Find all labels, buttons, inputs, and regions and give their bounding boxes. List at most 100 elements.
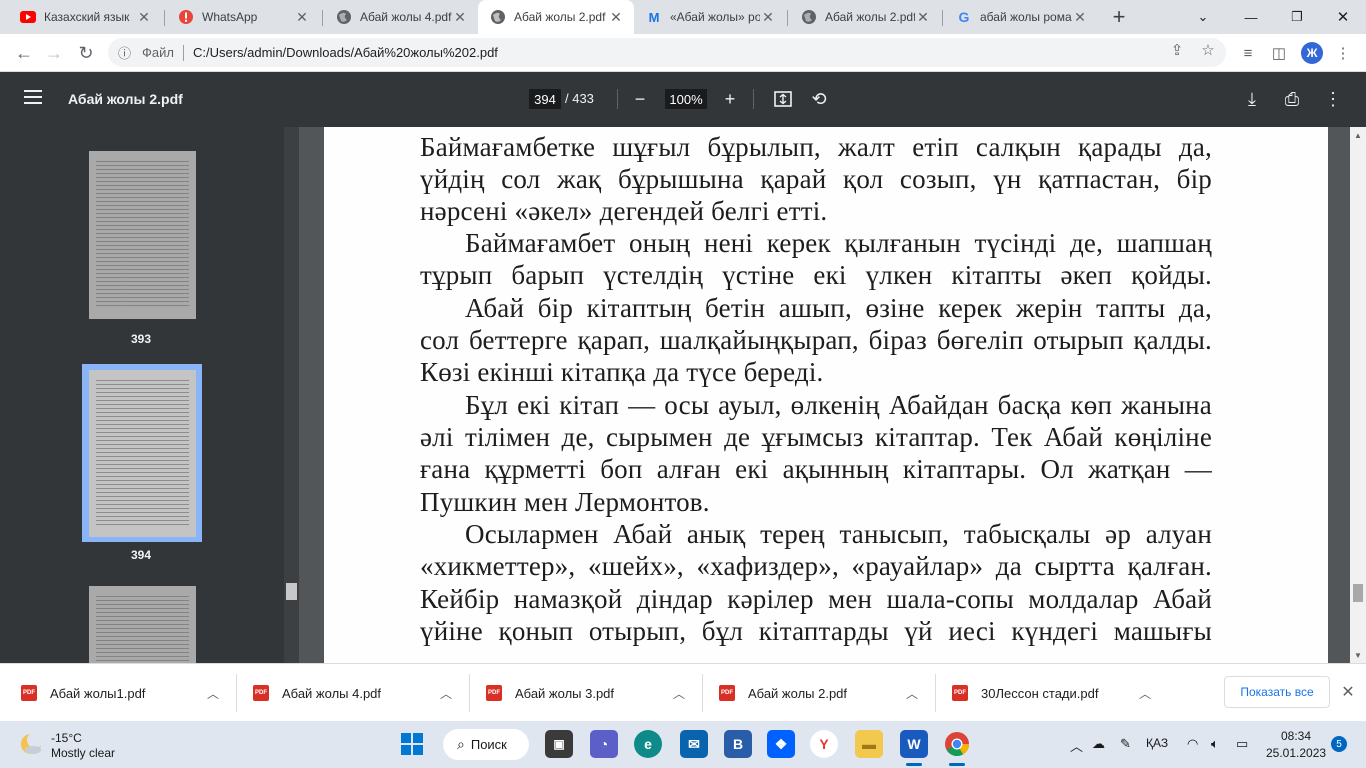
wifi-icon[interactable]: ◠ [1187, 736, 1198, 752]
chevron-up-icon[interactable]: ︿ [1139, 685, 1151, 702]
print-icon[interactable]: ⎙ [1279, 86, 1305, 112]
info-icon[interactable]: ⓘ [118, 43, 138, 62]
close-icon[interactable]: ✕ [608, 9, 624, 25]
download-item[interactable]: PDF 30Лессон стади.pdf ︿ [952, 664, 1162, 722]
close-icon[interactable]: ✕ [452, 9, 468, 25]
back-button[interactable]: ← [10, 39, 38, 67]
chrome-icon[interactable] [943, 730, 971, 758]
moon-weather-icon[interactable] [18, 731, 44, 757]
fit-to-page-icon[interactable] [770, 86, 796, 112]
file-explorer-icon[interactable]: ▬ [855, 730, 883, 758]
close-icon[interactable]: ✕ [136, 9, 152, 25]
tab-abai-2-second[interactable]: Абай жолы 2.pdf ✕ [789, 0, 941, 34]
language-indicator[interactable]: ҚАЗ [1146, 736, 1168, 750]
weather-description[interactable]: Mostly clear [51, 746, 115, 760]
download-item[interactable]: PDF Абай жолы 4.pdf ︿ [253, 664, 463, 722]
edge-browser-icon[interactable]: e [634, 730, 662, 758]
volume-icon[interactable]: 🔈︎ [1211, 736, 1219, 752]
cloud-icon[interactable]: ☁ [1092, 736, 1105, 752]
weather-temperature[interactable]: -15°C [51, 731, 82, 745]
side-panel-icon[interactable]: ◫ [1268, 42, 1290, 64]
bookmark-star-icon[interactable]: ☆ [1199, 41, 1217, 59]
tab-abai-zholy-article[interactable]: M «Абай жолы» ро ✕ [634, 0, 786, 34]
page-scrollbar-thumb[interactable] [1353, 584, 1363, 602]
close-icon[interactable]: ✕ [294, 9, 310, 25]
notification-badge[interactable]: 5 [1331, 736, 1347, 752]
tab-search-chevron-icon[interactable]: ⌄ [1180, 0, 1226, 34]
restore-button[interactable]: ❐ [1274, 0, 1320, 34]
scroll-down-arrow[interactable]: ▼ [1350, 648, 1366, 662]
tab-kazakh-language[interactable]: Казахский язык ✕ [8, 0, 162, 34]
close-icon[interactable]: ✕ [1072, 9, 1088, 25]
zoom-out-button[interactable]: − [627, 86, 653, 112]
share-icon[interactable]: ⇪ [1168, 41, 1186, 59]
show-all-downloads-button[interactable]: Показать все [1224, 676, 1330, 708]
zoom-in-button[interactable]: + [717, 86, 743, 112]
pdf-title: Абай жолы 2.pdf [68, 91, 183, 107]
page-scrollbar[interactable] [1350, 127, 1366, 663]
download-filename: Абай жолы 4.pdf [282, 685, 382, 701]
thumbnail-page-393[interactable] [89, 151, 196, 319]
scroll-up-arrow[interactable]: ▲ [1350, 128, 1366, 142]
windows-taskbar: -15°C Mostly clear ⌕ Поиск ▣ ◔ e ✉ B ❖ Y… [0, 721, 1366, 768]
text-line: Абай бір кітаптың бетін ашып, өзіне кере… [465, 293, 1212, 323]
yandex-browser-icon[interactable]: Y [810, 730, 838, 758]
download-item[interactable]: PDF Абай жолы 3.pdf ︿ [486, 664, 696, 722]
tab-whatsapp[interactable]: WhatsApp ✕ [166, 0, 320, 34]
minimize-button[interactable]: — [1228, 0, 1274, 34]
close-icon[interactable]: ✕ [1340, 684, 1356, 701]
taskbar-search[interactable]: ⌕ Поиск [443, 729, 529, 760]
clock-date[interactable]: 25.01.2023 [1266, 746, 1326, 760]
clock-time[interactable]: 08:34 [1281, 729, 1311, 743]
close-icon[interactable]: ✕ [915, 9, 931, 25]
tab-title: «Абай жолы» ро [670, 10, 760, 24]
download-bar: PDF Абай жолы1.pdf ︿ PDF Абай жолы 4.pdf… [0, 663, 1366, 721]
windows-start-icon[interactable] [398, 730, 426, 758]
google-icon: G [958, 9, 970, 25]
close-window-button[interactable]: ✕ [1320, 0, 1366, 34]
battery-icon[interactable]: ▭ [1236, 736, 1248, 752]
browser-toolbar: ← → ↻ ⓘ Файл C:/Users/admin/Downloads/Аб… [0, 34, 1366, 72]
chevron-up-icon[interactable]: ︿ [207, 685, 219, 702]
chevron-up-icon[interactable]: ︿ [673, 685, 685, 702]
word-icon[interactable]: W [900, 730, 928, 758]
close-icon[interactable]: ✕ [760, 9, 776, 25]
new-tab-button[interactable]: + [1107, 4, 1131, 29]
pen-icon[interactable]: ✎ [1120, 736, 1131, 752]
chevron-up-icon[interactable]: ︿ [906, 685, 918, 702]
profile-avatar[interactable]: Ж [1301, 42, 1323, 64]
reload-button[interactable]: ↻ [72, 39, 100, 67]
tab-abai-2-active[interactable]: Абай жолы 2.pdf ✕ [478, 0, 634, 34]
pdf-viewer[interactable]: Баймағамбетке шұғыл бұрылып, жалт етіп с… [299, 127, 1350, 663]
rotate-icon[interactable]: ⟲ [806, 86, 832, 112]
reading-list-icon[interactable]: ≡ [1237, 42, 1259, 64]
dropbox-icon[interactable]: ❖ [767, 730, 795, 758]
download-item[interactable]: PDF Абай жолы 2.pdf ︿ [719, 664, 929, 722]
address-bar[interactable]: ⓘ Файл C:/Users/admin/Downloads/Абай%20ж… [108, 38, 1226, 67]
task-view-icon[interactable]: ▣ [545, 730, 573, 758]
vk-icon[interactable]: B [724, 730, 752, 758]
chrome-menu-icon[interactable]: ⋮ [1332, 42, 1354, 64]
download-item[interactable]: PDF Абай жолы1.pdf ︿ [21, 664, 231, 722]
zoom-input[interactable]: 100% [665, 89, 707, 109]
url-text[interactable]: C:/Users/admin/Downloads/Абай%20жолы%202… [193, 45, 498, 60]
forward-button[interactable]: → [40, 39, 68, 67]
menu-icon[interactable] [24, 90, 42, 104]
page-number-input[interactable]: 394 [529, 89, 561, 109]
chevron-up-icon[interactable]: ︿ [1070, 736, 1083, 755]
thumbnail-page-395[interactable] [89, 586, 196, 663]
chevron-up-icon[interactable]: ︿ [440, 685, 452, 702]
download-icon[interactable]: ⤓ [1239, 86, 1265, 112]
pdf-file-icon: PDF [719, 685, 735, 701]
sidebar-scrollbar-thumb[interactable] [286, 583, 297, 600]
tab-abai-4[interactable]: Абай жолы 4.pdf ✕ [324, 0, 478, 34]
download-filename: 30Лессон стади.pdf [981, 685, 1099, 701]
mail-app-icon[interactable]: ✉ [680, 730, 708, 758]
text-line: Баймағамбетке шұғыл бұрылып, жалт етіп с… [420, 132, 1212, 162]
tab-divider [164, 10, 165, 26]
thumbnail-page-394[interactable] [89, 370, 196, 537]
active-app-indicator [949, 763, 965, 766]
more-options-icon[interactable]: ⋮ [1320, 86, 1346, 112]
tab-google-search[interactable]: G абай жолы рома ✕ [944, 0, 1098, 34]
chat-icon[interactable]: ◔ [590, 730, 618, 758]
